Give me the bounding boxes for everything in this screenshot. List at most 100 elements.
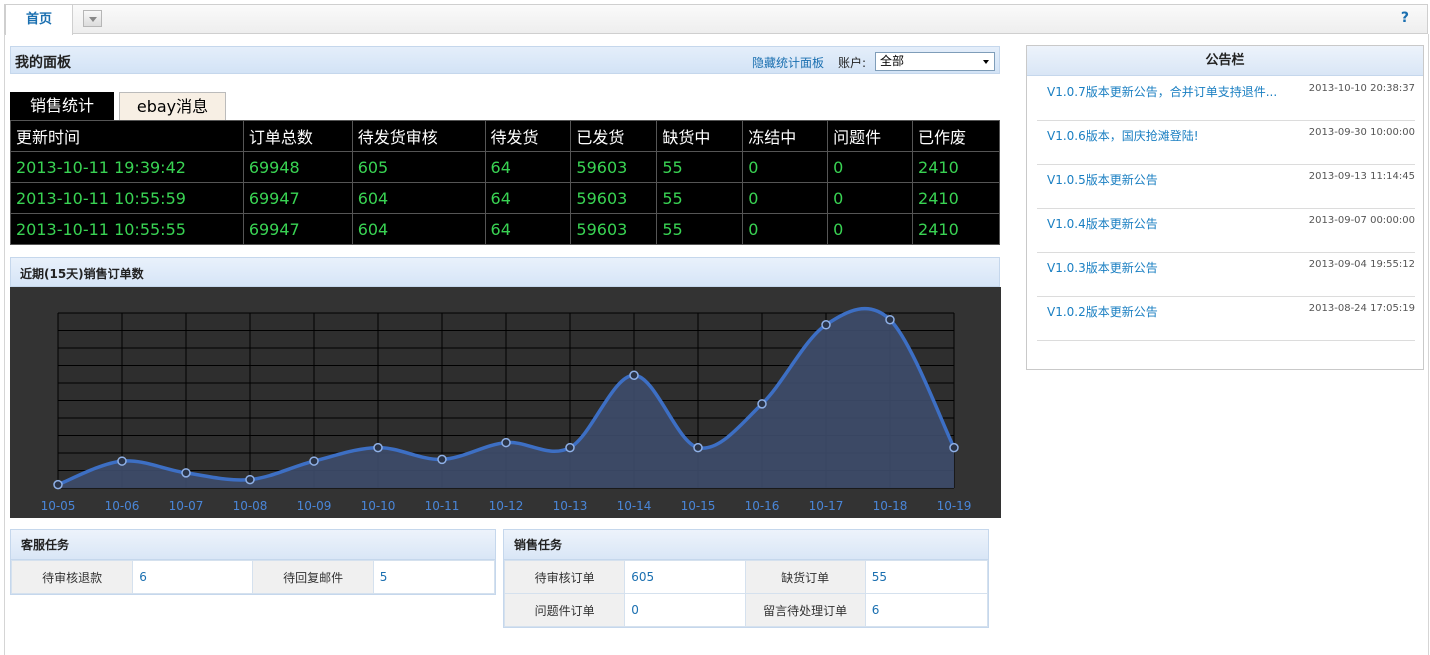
chart-x-tick-label: 10-07 [169,499,204,513]
table-cell: 2013-10-11 10:55:59 [10,182,244,214]
column-header: 订单总数 [242,120,353,152]
chart-title: 近期(15天)销售订单数 [20,267,144,281]
chart-x-tick-label: 10-13 [553,499,588,513]
table-cell: 55 [656,151,744,183]
problem-orders-label: 问题件订单 [503,593,626,627]
hide-stats-panel-link[interactable]: 隐藏统计面板 [752,54,824,71]
tab-sales-stats[interactable]: 销售统计 [10,92,114,120]
table-cell: 55 [656,182,744,214]
tab-ebay-messages[interactable]: ebay消息 [119,92,226,120]
table-cell: 69947 [242,213,353,245]
chart-x-tick-label: 10-06 [105,499,140,513]
out-of-stock-orders-value-link[interactable]: 55 [864,560,989,594]
table-cell: 2410 [912,182,1000,214]
table-cell: 69948 [242,151,353,183]
chart-x-tick-label: 10-17 [809,499,844,513]
pending-reply-email-label: 待回复邮件 [252,560,374,594]
chart-point [821,320,831,330]
table-cell: 59603 [570,213,658,245]
chart-point [501,437,511,448]
notice-title-link[interactable]: V1.0.2版本更新公告 [1047,303,1158,320]
chart-x-tick-label: 10-08 [233,499,268,513]
column-header: 缺货中 [656,120,744,152]
table-cell: 2410 [912,213,1000,245]
sales-chart: 10-05 10-06 10-07 10-08 10-09 10-10 10-11 10-12… [10,287,1001,518]
table-cell: 0 [827,213,914,245]
column-header: 待发货 [484,120,572,152]
chart-svg: 10-05 10-06 10-07 10-08 10-09 10-10 10-11 10-12… [41,307,972,513]
chart-x-tick-label: 10-18 [873,499,908,513]
notice-title-link[interactable]: V1.0.5版本更新公告 [1047,171,1158,188]
notice-title-link[interactable]: V1.0.6版本，国庆抢滩登陆! [1047,127,1199,144]
notice-date: 2013-09-30 10:00:00 [1308,127,1415,138]
message-pending-orders-label: 留言待处理订单 [744,593,866,627]
pending-review-orders-value-link[interactable]: 605 [624,560,746,594]
table-cell: 64 [484,213,572,245]
notice-item: V1.0.2版本更新公告 2013-08-24 17:05:19 [1037,297,1415,341]
table-cell: 64 [484,151,572,183]
table-cell: 605 [351,151,486,183]
chart-point [565,442,575,453]
pending-refund-label: 待审核退款 [10,560,134,594]
notice-title-link[interactable]: V1.0.4版本更新公告 [1047,215,1158,232]
table-cell: 0 [742,151,829,183]
chart-x-tick-label: 10-14 [617,499,652,513]
dashboard-title: 我的面板 [15,55,71,71]
chart-x-tick-label: 10-15 [681,499,716,513]
problem-orders-value-link[interactable]: 0 [624,593,746,627]
chart-point [693,442,703,453]
table-cell: 59603 [570,182,658,214]
tab-home[interactable]: 首页 [5,4,73,35]
table-row: 2013-10-11 19:39:42 69948 605 64 59603 5… [10,151,1000,183]
help-icon[interactable]: ? [1401,10,1409,26]
task-row: 问题件订单 0 留言待处理订单 6 [503,593,989,627]
table-cell: 55 [656,213,744,245]
chart-point [181,468,191,478]
notice-item: V1.0.7版本更新公告，合并订单支持退件... 2013-10-10 20:3… [1037,77,1415,121]
chart-x-tick-label: 10-11 [425,499,460,513]
column-header: 更新时间 [10,120,244,152]
chart-point [949,442,959,453]
chart-x-tick-label: 10-09 [297,499,332,513]
tab-dropdown-button[interactable] [83,10,102,27]
table-cell: 64 [484,182,572,214]
select-arrow-icon [983,60,989,64]
cs-tasks-title: 客服任务 [11,530,495,560]
notice-title-link[interactable]: V1.0.3版本更新公告 [1047,259,1158,276]
table-cell: 2013-10-11 10:55:55 [10,213,244,245]
account-select-value: 全部 [880,54,905,68]
pending-review-orders-label: 待审核订单 [503,560,626,594]
chart-x-tick-label: 10-19 [937,499,972,513]
table-cell: 604 [351,213,486,245]
pending-reply-email-value-link[interactable]: 5 [372,560,496,594]
sales-tasks-title: 销售任务 [504,530,988,560]
table-cell: 0 [827,182,914,214]
chart-point [885,314,895,325]
notice-board-title: 公告栏 [1027,46,1423,76]
chart-point [309,456,319,466]
chart-point [373,442,383,453]
task-row: 待审核订单 605 缺货订单 55 [503,560,989,594]
task-row: 待审核退款 6 待回复邮件 5 [10,560,496,594]
notice-title-link[interactable]: V1.0.7版本更新公告，合并订单支持退件... [1047,83,1277,100]
out-of-stock-orders-label: 缺货订单 [744,560,866,594]
column-header: 已作废 [912,120,1000,152]
table-header-row: 更新时间 订单总数 待发货审核 待发货 已发货 缺货中 冻结中 问题件 已作废 [10,120,1000,152]
chart-x-tick-label: 10-16 [745,499,780,513]
sales-stats-table: 更新时间 订单总数 待发货审核 待发货 已发货 缺货中 冻结中 问题件 已作废 … [10,120,1000,245]
chart-header: 近期(15天)销售订单数 [10,257,1000,287]
column-header: 待发货审核 [351,120,486,152]
table-row: 2013-10-11 10:55:55 69947 604 64 59603 5… [10,213,1000,245]
chart-point [757,399,767,409]
notice-date: 2013-09-07 00:00:00 [1308,215,1415,226]
pending-refund-value-link[interactable]: 6 [132,560,254,594]
chart-point [437,454,447,465]
table-cell: 0 [827,151,914,183]
chart-point [117,456,127,466]
message-pending-orders-value-link[interactable]: 6 [864,593,989,627]
account-select[interactable]: 全部 [875,52,995,71]
notice-date: 2013-09-13 11:14:45 [1308,171,1415,182]
notice-item: V1.0.3版本更新公告 2013-09-04 19:55:12 [1037,253,1415,297]
table-cell: 2410 [912,151,1000,183]
notice-board: 公告栏 V1.0.7版本更新公告，合并订单支持退件... 2013-10-10 … [1026,45,1424,370]
